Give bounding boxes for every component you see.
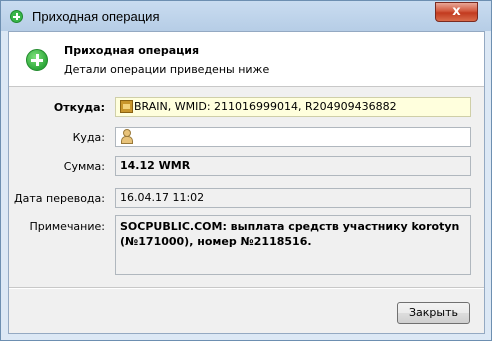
date-label: Дата перевода: [14,192,105,205]
date-field[interactable]: 16.04.17 11:02 [115,188,471,208]
window-title: Приходная операция [32,9,160,24]
window-close-button[interactable]: x [435,2,478,22]
date-row: Дата перевода: 16.04.17 11:02 [9,188,484,210]
header-title: Приходная операция [64,44,200,57]
user-icon [120,129,133,144]
title-bar[interactable]: Приходная операция x [1,1,491,31]
amount-row: Сумма: 14.12 WMR [9,156,484,178]
amount-label: Сумма: [63,160,105,173]
footer-divider-highlight [9,288,484,289]
dialog-content: Приходная операция Детали операции приве… [8,31,485,334]
from-row: Откуда: BRAIN, WMID: 211016999014, R2049… [9,97,484,119]
close-button[interactable]: Закрыть [397,302,470,324]
plus-circle-icon [10,10,23,23]
dialog-header: Приходная операция Детали операции приве… [9,32,484,87]
to-row: Куда: [9,127,484,149]
plus-circle-icon [26,49,48,71]
dialog-window: Приходная операция x Приходная операция … [0,0,492,341]
note-label: Примечание: [29,220,105,233]
from-value: BRAIN, WMID: 211016999014, R204909436882 [134,100,397,113]
note-field[interactable]: SOCPUBLIC.COM: выплата средств участнику… [115,215,471,275]
to-field[interactable] [115,127,471,147]
from-field[interactable]: BRAIN, WMID: 211016999014, R204909436882 [115,97,471,117]
header-subtitle: Детали операции приведены ниже [64,63,270,76]
wallet-icon [120,100,133,113]
to-label: Куда: [72,131,105,144]
amount-field[interactable]: 14.12 WMR [115,156,471,176]
from-label: Откуда: [53,101,105,114]
close-icon: x [452,4,461,19]
